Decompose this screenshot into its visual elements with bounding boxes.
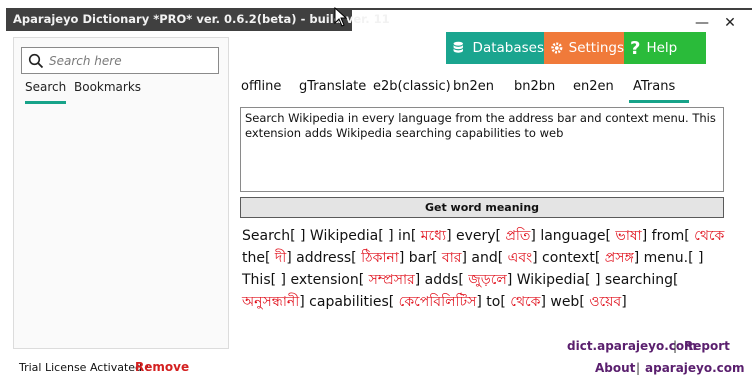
search-icon bbox=[28, 53, 44, 69]
result-token: adds[ জুড়লে] bbox=[420, 272, 513, 288]
result-english: searching[ bbox=[600, 272, 679, 288]
databases-label: Databases bbox=[472, 40, 544, 56]
result-english: every[ bbox=[451, 228, 501, 244]
search-box[interactable] bbox=[21, 47, 219, 74]
site-link[interactable]: dict.aparajeyo.com bbox=[567, 339, 697, 353]
result-token: extension[ সম্প্রসার] bbox=[286, 272, 420, 288]
databases-button[interactable]: Databases bbox=[446, 32, 544, 64]
result-bangla: প্রতি bbox=[501, 228, 531, 244]
result-bangla: মধ্যে bbox=[416, 228, 447, 244]
help-label: Help bbox=[646, 40, 678, 56]
result-token: Search[ ] bbox=[242, 228, 305, 244]
result-english: extension[ bbox=[286, 272, 365, 288]
site2-link[interactable]: aparajeyo.com bbox=[645, 361, 745, 375]
tab-e2b-classic[interactable]: e2b(classic) bbox=[373, 79, 451, 94]
tab-bookmarks[interactable]: Bookmarks bbox=[74, 80, 141, 101]
result-token: Wikipedia[ ] bbox=[305, 228, 394, 244]
get-word-meaning-button[interactable]: Get word meaning bbox=[240, 197, 724, 218]
result-bangla: বার bbox=[437, 250, 462, 266]
result-token: অনুসন্ধানী] bbox=[242, 294, 305, 310]
tab-offline[interactable]: offline bbox=[241, 79, 281, 94]
result-token: and[ এবং] bbox=[466, 250, 537, 266]
result-token: menu.[ ] bbox=[639, 250, 704, 266]
tab-bn2bn[interactable]: bn2bn bbox=[514, 79, 555, 94]
result-token: the[ দী] bbox=[242, 250, 292, 266]
result-english: adds[ bbox=[420, 272, 464, 288]
result-bangla: অনুসন্ধানী bbox=[242, 294, 300, 310]
title-bar-edge bbox=[346, 8, 752, 10]
title-bar: Aparajeyo Dictionary *PRO* ver. 0.6.2(be… bbox=[0, 0, 752, 31]
question-icon: ? bbox=[630, 37, 641, 59]
gear-icon bbox=[551, 42, 563, 54]
result-token: from[ থেকে bbox=[647, 228, 725, 244]
report-link[interactable]: Report bbox=[684, 339, 730, 353]
search-input[interactable] bbox=[49, 51, 214, 70]
result-english: Wikipedia[ bbox=[512, 272, 591, 288]
result-bangla: কেপেবিলিটিস bbox=[394, 294, 477, 310]
result-bangla: ওয়েব bbox=[584, 294, 622, 310]
result-bangla: প্রসঙ্গ bbox=[600, 250, 634, 266]
result-english: menu.[ bbox=[639, 250, 694, 266]
mouse-cursor-icon bbox=[334, 7, 348, 27]
result-bangla: এবং bbox=[503, 250, 533, 266]
result-english: to[ bbox=[481, 294, 506, 310]
result-bangla: থেকে bbox=[689, 228, 725, 244]
result-bracket: ] bbox=[621, 294, 627, 310]
result-bangla: জুড়লে bbox=[463, 272, 507, 288]
separator: | bbox=[673, 339, 678, 353]
result-token: capabilities[ কেপেবিলিটিস] bbox=[305, 294, 482, 310]
close-button[interactable]: ✕ bbox=[720, 13, 740, 33]
result-token: language[ ভাষা] bbox=[536, 228, 647, 244]
result-english: web[ bbox=[545, 294, 585, 310]
input-textarea[interactable]: Search Wikipedia in every language from … bbox=[240, 107, 724, 192]
tab-gtranslate[interactable]: gTranslate bbox=[299, 79, 366, 94]
result-token: address[ ঠিকানা] bbox=[291, 250, 404, 266]
result-token: searching[ bbox=[600, 272, 679, 288]
result-english: context[ bbox=[537, 250, 601, 266]
result-token: Wikipedia[ ] bbox=[512, 272, 601, 288]
result-bracket: ] bbox=[698, 250, 704, 266]
tab-atrans[interactable]: ATrans bbox=[629, 79, 690, 103]
settings-button[interactable]: Settings bbox=[544, 32, 624, 64]
result-english: and[ bbox=[466, 250, 504, 266]
result-english: Wikipedia[ bbox=[305, 228, 384, 244]
translation-result: Search[ ] Wikipedia[ ] in[ মধ্যে] every[… bbox=[242, 225, 730, 313]
result-token: bar[ বার] bbox=[404, 250, 467, 266]
result-bangla: ঠিকানা bbox=[356, 250, 399, 266]
result-bangla: সম্প্রসার bbox=[364, 272, 415, 288]
remove-license-link[interactable]: Remove bbox=[135, 360, 189, 374]
result-english: This[ bbox=[242, 272, 277, 288]
result-bangla: থেকে bbox=[505, 294, 541, 310]
tab-search[interactable]: Search bbox=[25, 80, 67, 104]
license-status: Trial License Activated : bbox=[19, 361, 150, 374]
result-token: to[ থেকে] bbox=[482, 294, 546, 310]
tab-en2en[interactable]: en2en bbox=[573, 79, 614, 94]
result-english: bar[ bbox=[404, 250, 438, 266]
left-panel: Search Bookmarks bbox=[13, 37, 229, 349]
result-english: the[ bbox=[242, 250, 271, 266]
result-bangla: দী bbox=[270, 250, 287, 266]
result-english: in[ bbox=[393, 228, 417, 244]
result-bangla: ভাষা bbox=[610, 228, 642, 244]
result-token: context[ প্রসঙ্গ] bbox=[537, 250, 639, 266]
about-link[interactable]: About bbox=[595, 361, 635, 375]
tab-bn2en[interactable]: bn2en bbox=[453, 79, 494, 94]
separator: | bbox=[636, 361, 641, 375]
result-english: language[ bbox=[535, 228, 611, 244]
result-english: capabilities[ bbox=[304, 294, 395, 310]
result-token: in[ মধ্যে] bbox=[393, 228, 451, 244]
result-token: This[ ] bbox=[242, 272, 286, 288]
result-english: address[ bbox=[291, 250, 357, 266]
result-token: every[ প্রতি] bbox=[452, 228, 536, 244]
result-english: Search[ bbox=[242, 228, 296, 244]
minimize-button[interactable]: — bbox=[692, 13, 712, 33]
database-icon bbox=[453, 41, 463, 53]
help-button[interactable]: ? Help bbox=[624, 32, 706, 64]
result-token: web[ ওয়েব] bbox=[545, 294, 627, 310]
settings-label: Settings bbox=[568, 40, 624, 56]
result-english: from[ bbox=[647, 228, 690, 244]
